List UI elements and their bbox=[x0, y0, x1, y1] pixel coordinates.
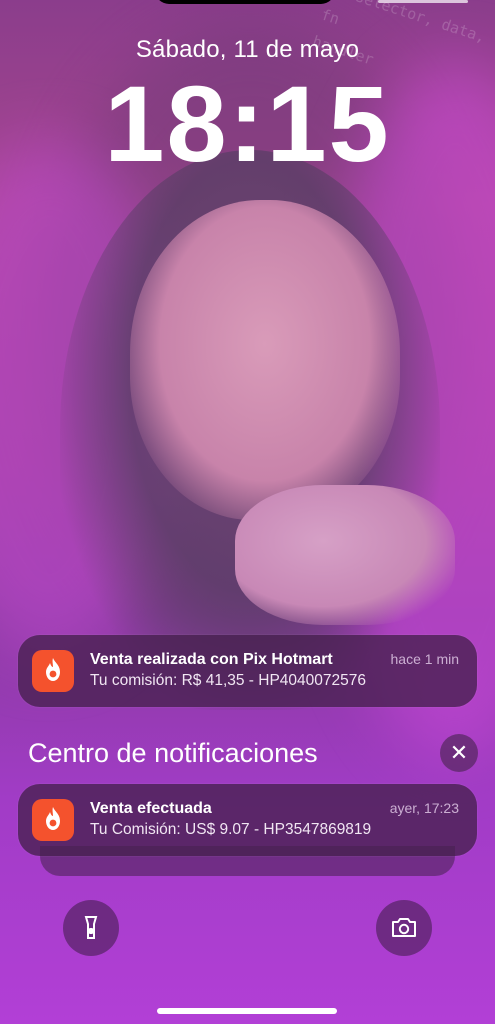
flashlight-button[interactable] bbox=[63, 900, 119, 956]
notification-title: Venta efectuada bbox=[90, 800, 212, 817]
notification-time: ayer, 17:23 bbox=[389, 800, 459, 816]
notification-pix-hotmart[interactable]: Venta realizada con Pix Hotmart Tu comis… bbox=[18, 635, 477, 707]
status-indicator bbox=[378, 0, 468, 3]
notification-title: Venta realizada con Pix Hotmart bbox=[90, 651, 333, 668]
home-indicator[interactable] bbox=[157, 1008, 337, 1014]
camera-icon bbox=[392, 918, 416, 937]
wallpaper-hand bbox=[235, 485, 455, 625]
clear-notifications-button[interactable]: ✕ bbox=[440, 734, 478, 772]
wallpaper-face bbox=[130, 200, 400, 520]
lockscreen-time: 18:15 bbox=[104, 63, 391, 184]
notification-time: hace 1 min bbox=[390, 651, 459, 667]
lockscreen-date: Sábado, 11 de mayo bbox=[135, 36, 360, 63]
notification-venta-efectuada[interactable]: Venta efectuada Tu Comisión: US$ 9.07 - … bbox=[18, 784, 477, 856]
hotmart-flame-icon bbox=[32, 799, 74, 841]
flashlight-icon bbox=[84, 916, 98, 939]
hotmart-flame-icon bbox=[32, 650, 74, 692]
dynamic-island bbox=[155, 0, 335, 4]
notification-center-title: Centro de notificaciones bbox=[28, 738, 318, 768]
notification-body: Tu comisión: R$ 41,35 - HP4040072576 bbox=[90, 672, 367, 689]
notification-body: Tu Comisión: US$ 9.07 - HP3547869819 bbox=[90, 821, 372, 838]
close-icon: ✕ bbox=[449, 740, 469, 765]
camera-button[interactable] bbox=[376, 900, 432, 956]
